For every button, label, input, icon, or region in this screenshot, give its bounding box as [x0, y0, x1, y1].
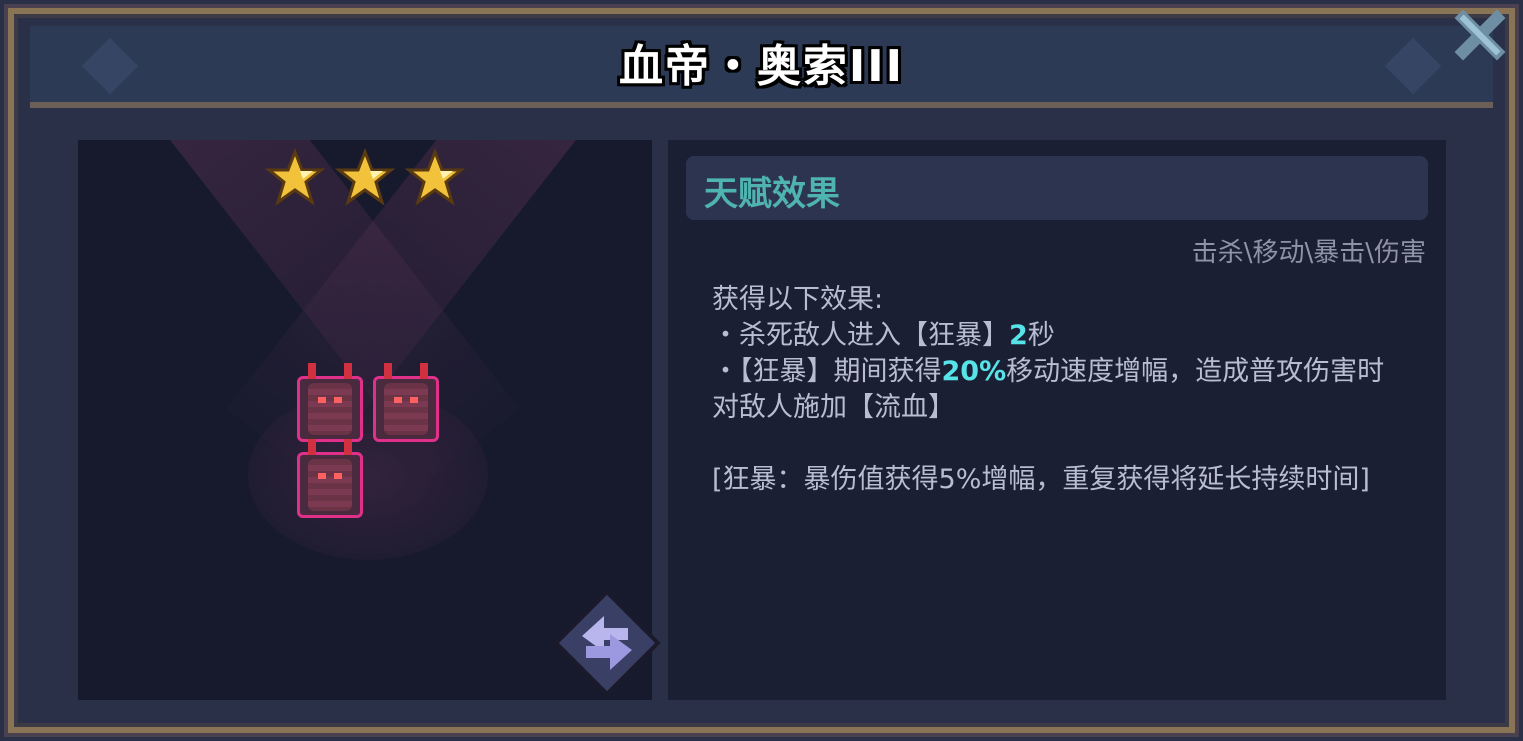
swap-arrows-icon[interactable] — [552, 588, 662, 698]
star-icon — [405, 148, 465, 206]
hero-unit-sprite — [297, 439, 363, 518]
talent-tags: 击杀\移动\暴击\伤害 — [1191, 238, 1426, 268]
talent-effect-1: ・杀死敌人进入【狂暴】2秒 — [712, 320, 1055, 351]
stage-spotlight — [248, 390, 488, 560]
star-icon — [335, 148, 395, 206]
talent-header-title: 天赋效果 — [704, 174, 840, 214]
close-icon[interactable] — [1445, 0, 1515, 70]
hero-unit-sprite — [373, 363, 439, 442]
talent-effect-2: ・【狂暴】期间获得20%移动速度增幅，造成普攻伤害时对敌人施加【流血】 — [712, 356, 1385, 423]
hero-unit-sprite — [297, 363, 363, 442]
talent-description: 获得以下效果: ・杀死敌人进入【狂暴】2秒 ・【狂暴】期间获得20%移动速度增幅… — [712, 282, 1402, 498]
star-rating — [265, 148, 475, 212]
game-dialog: 血帝・奥索III 天赋效果 击杀\移动\暴击\伤害 获得以下效果: ・杀死敌人进… — [0, 0, 1523, 741]
star-icon — [265, 148, 325, 206]
talent-intro: 获得以下效果: — [712, 284, 884, 315]
hero-name-title: 血帝・奥索III — [618, 41, 905, 92]
talent-note: [狂暴：暴伤值获得5%增幅，重复获得将延长持续时间] — [712, 464, 1370, 495]
